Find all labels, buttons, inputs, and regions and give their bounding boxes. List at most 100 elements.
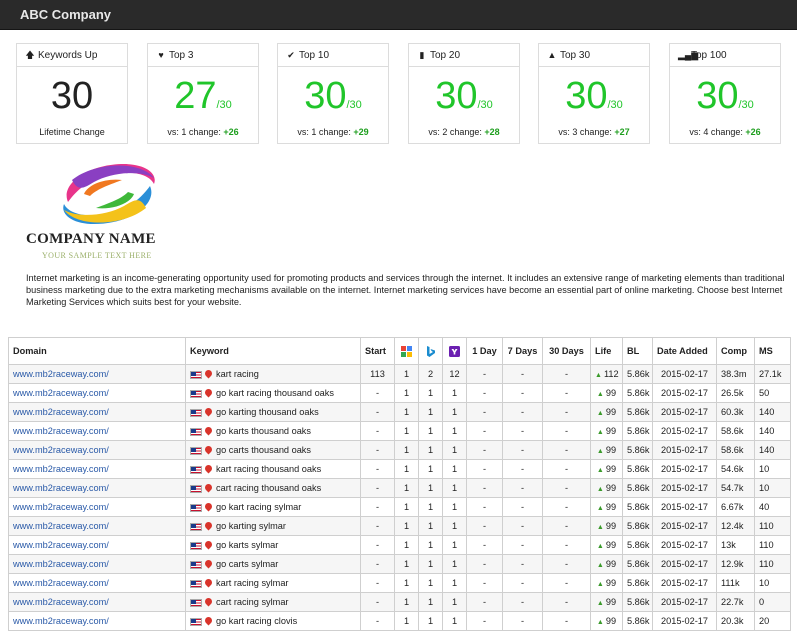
table-row[interactable]: www.mb2raceway.com/go karting thousand o… [8, 402, 791, 422]
col-date-added[interactable]: Date Added [652, 337, 717, 365]
col-comp[interactable]: Comp [716, 337, 755, 365]
days30-cell: - [542, 592, 591, 612]
map-pin-icon[interactable] [205, 465, 212, 474]
table-row[interactable]: www.mb2raceway.com/go kart racing clovis… [8, 611, 791, 631]
domain-cell: www.mb2raceway.com/ [8, 364, 186, 384]
stat-footer: Lifetime Change [17, 127, 127, 137]
map-pin-icon[interactable] [205, 598, 212, 607]
domain-link[interactable]: www.mb2raceway.com/ [13, 464, 109, 474]
keyword-text: go carts thousand oaks [216, 444, 311, 455]
keyword-cell: cart racing thousand oaks [185, 478, 361, 498]
domain-link[interactable]: www.mb2raceway.com/ [13, 426, 109, 436]
map-pin-icon[interactable] [205, 389, 212, 398]
company-logo: COMPANY NAME YOUR SAMPLE TEXT HERE [26, 158, 171, 264]
col-7-days[interactable]: 7 Days [502, 337, 543, 365]
date-added-cell: 2015-02-17 [652, 611, 717, 631]
arrow-up-icon: ▲ [595, 372, 602, 379]
ms-cell: 10 [754, 573, 791, 593]
table-row[interactable]: www.mb2raceway.com/go karting sylmar -1 1 1… [8, 516, 791, 536]
table-row[interactable]: www.mb2raceway.com/cart racing sylmar -1 1… [8, 592, 791, 612]
map-pin-icon[interactable] [205, 408, 212, 417]
col-start[interactable]: Start [360, 337, 395, 365]
keyword-cell: kart racing [185, 364, 361, 384]
days7-cell: - [502, 364, 543, 384]
table-row[interactable]: www.mb2raceway.com/kart racing 113 1 2 12- - -… [8, 364, 791, 384]
domain-link[interactable]: www.mb2raceway.com/ [13, 521, 109, 531]
start-cell: - [360, 592, 395, 612]
map-pin-icon[interactable] [205, 541, 212, 550]
domain-link[interactable]: www.mb2raceway.com/ [13, 445, 109, 455]
domain-link[interactable]: www.mb2raceway.com/ [13, 559, 109, 569]
day1-cell: - [466, 364, 503, 384]
domain-link[interactable]: www.mb2raceway.com/ [13, 597, 109, 607]
google-rank-cell: 1 [394, 535, 419, 555]
arrow-up-icon: ▲ [596, 562, 604, 569]
map-pin-icon[interactable] [205, 446, 212, 455]
domain-link[interactable]: www.mb2raceway.com/ [13, 540, 109, 550]
map-pin-icon[interactable] [205, 484, 212, 493]
domain-link[interactable]: www.mb2raceway.com/ [13, 578, 109, 588]
keyword-text: kart racing thousand oaks [216, 463, 322, 474]
stats-row: 🡅 Keywords Up 30 Lifetime Change ♥ Top 3 27/30… [16, 43, 786, 145]
arrow-up-icon: ▲ [596, 391, 604, 398]
swirl-logo-icon [63, 164, 155, 224]
domain-link[interactable]: www.mb2raceway.com/ [13, 407, 109, 417]
stat-card-header: 🡅 Keywords Up [17, 44, 127, 67]
bing-icon [427, 345, 435, 357]
col-30-days[interactable]: 30 Days [542, 337, 591, 365]
domain-link[interactable]: www.mb2raceway.com/ [13, 369, 109, 379]
col-domain[interactable]: Domain [8, 337, 186, 365]
map-pin-icon[interactable] [205, 427, 212, 436]
arrow-up-icon: ▲ [596, 524, 604, 531]
table-row[interactable]: www.mb2raceway.com/go karts thousand oak… [8, 421, 791, 441]
table-row[interactable]: www.mb2raceway.com/go karts sylmar -1 1 1- -… [8, 535, 791, 555]
table-row[interactable]: www.mb2raceway.com/go carts sylmar -1 1 1- -… [8, 554, 791, 574]
days7-cell: - [502, 516, 543, 536]
life-cell: ▲ 99 [590, 478, 623, 498]
map-pin-icon[interactable] [205, 560, 212, 569]
google-rank-cell: 1 [394, 592, 419, 612]
map-pin-icon[interactable] [205, 522, 212, 531]
table-row[interactable]: www.mb2raceway.com/kart racing sylmar -1 1… [8, 573, 791, 593]
col-yahoo[interactable] [442, 337, 467, 365]
stat-number: 30 [565, 75, 608, 117]
map-pin-icon[interactable] [205, 617, 212, 626]
col-ms[interactable]: MS [754, 337, 791, 365]
stat-label: Top 30 [560, 50, 591, 61]
comp-cell: 13k [716, 535, 755, 555]
col-bing[interactable] [418, 337, 443, 365]
col-1-day[interactable]: 1 Day [466, 337, 503, 365]
start-cell: - [360, 459, 395, 479]
domain-link[interactable]: www.mb2raceway.com/ [13, 616, 109, 626]
stat-change: +26 [223, 127, 239, 137]
domain-cell: www.mb2raceway.com/ [8, 516, 186, 536]
table-row[interactable]: www.mb2raceway.com/go kart racing thousa… [8, 383, 791, 403]
map-pin-icon[interactable] [205, 579, 212, 588]
domain-link[interactable]: www.mb2raceway.com/ [13, 483, 109, 493]
table-row[interactable]: www.mb2raceway.com/cart racing thousand … [8, 478, 791, 498]
yahoo-rank-cell: 1 [442, 592, 467, 612]
stat-number: 30 [304, 75, 347, 117]
map-pin-icon[interactable] [205, 503, 212, 512]
days7-cell: - [502, 402, 543, 422]
col-bl[interactable]: BL [622, 337, 653, 365]
domain-link[interactable]: www.mb2raceway.com/ [13, 388, 109, 398]
table-row[interactable]: www.mb2raceway.com/go carts thousand oak… [8, 440, 791, 460]
arrow-up-icon: ▲ [596, 486, 604, 493]
domain-link[interactable]: www.mb2raceway.com/ [13, 502, 109, 512]
col-life[interactable]: Life [590, 337, 623, 365]
stat-denominator: /30 [346, 99, 362, 111]
days30-cell: - [542, 535, 591, 555]
day1-cell: - [466, 611, 503, 631]
table-row[interactable]: www.mb2raceway.com/kart racing thousand … [8, 459, 791, 479]
bing-rank-cell: 1 [418, 573, 443, 593]
life-value: 99 [605, 521, 617, 531]
col-google[interactable] [394, 337, 419, 365]
map-pin-icon[interactable] [205, 370, 212, 379]
start-cell: - [360, 421, 395, 441]
col-keyword[interactable]: Keyword [185, 337, 361, 365]
stat-footer: vs: 1 change: +26 [148, 127, 258, 137]
bl-cell: 5.86k [622, 573, 653, 593]
yahoo-rank-cell: 1 [442, 421, 467, 441]
table-row[interactable]: www.mb2raceway.com/go kart racing sylmar… [8, 497, 791, 517]
